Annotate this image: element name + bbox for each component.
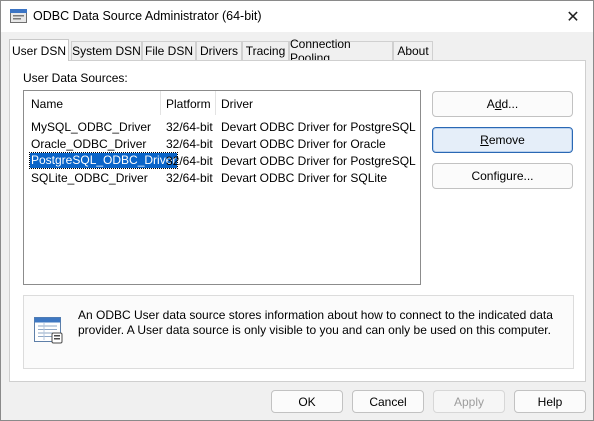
list-item[interactable]: SQLite_ODBC_Driver 32/64-bit Devart ODBC… [24,169,420,186]
tab-about[interactable]: About [393,41,433,60]
row-platform: 32/64-bit [166,154,213,168]
tab-system-dsn[interactable]: System DSN [71,41,142,60]
ok-button[interactable]: OK [271,390,343,413]
row-name: Oracle_ODBC_Driver [31,137,147,151]
cancel-button[interactable]: Cancel [352,390,424,413]
data-source-table-icon [34,317,63,344]
tab-file-dsn[interactable]: File DSN [142,41,196,60]
row-platform: 32/64-bit [166,120,213,134]
row-name: PostgreSQL_ODBC_Driver [28,152,179,169]
section-label: User Data Sources: [23,71,128,85]
row-name: SQLite_ODBC_Driver [31,171,148,185]
close-button[interactable]: ✕ [553,1,593,32]
tab-tracing[interactable]: Tracing [242,41,289,60]
column-separator [160,91,161,115]
title-bar: ODBC Data Source Administrator (64-bit) … [1,1,593,32]
list-item[interactable]: Oracle_ODBC_Driver 32/64-bit Devart ODBC… [24,135,420,152]
row-platform: 32/64-bit [166,171,213,185]
column-header-driver[interactable]: Driver [221,97,253,111]
row-platform: 32/64-bit [166,137,213,151]
list-item-selected[interactable]: PostgreSQL_ODBC_Driver 32/64-bit Devart … [24,152,420,169]
column-header-name[interactable]: Name [31,97,63,111]
odbc-admin-icon [10,9,27,23]
data-sources-list[interactable]: Name Platform Driver MySQL_ODBC_Driver 3… [23,90,421,285]
column-separator [215,91,216,115]
info-text: An ODBC User data source stores informat… [78,308,553,337]
add-button[interactable]: Ad d... [432,91,573,117]
row-driver: Devart ODBC Driver for PostgreSQL [221,120,416,134]
odbc-admin-window: ODBC Data Source Administrator (64-bit) … [0,0,594,421]
tab-user-dsn[interactable]: User DSN [9,39,69,61]
window-title: ODBC Data Source Administrator (64-bit) [33,9,262,23]
list-item[interactable]: MySQL_ODBC_Driver 32/64-bit Devart ODBC … [24,118,420,135]
remove-button[interactable]: Remove [432,127,573,153]
column-header-platform[interactable]: Platform [166,97,211,111]
configure-button[interactable]: Configure... [432,163,573,189]
info-box: An ODBC User data source stores informat… [23,295,574,369]
row-name: MySQL_ODBC_Driver [31,120,152,134]
tab-drivers[interactable]: Drivers [196,41,242,60]
row-driver: Devart ODBC Driver for Oracle [221,137,386,151]
close-icon: ✕ [566,8,580,26]
row-driver: Devart ODBC Driver for SQLite [221,171,388,185]
row-driver: Devart ODBC Driver for PostgreSQL [221,154,416,168]
help-button[interactable]: Help [514,390,586,413]
apply-button[interactable]: Apply [433,390,505,413]
tab-connection-pooling[interactable]: Connection Pooling [289,37,393,65]
